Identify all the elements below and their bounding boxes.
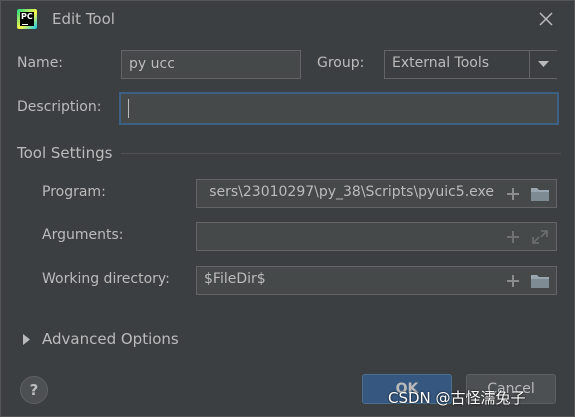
help-button[interactable]: ? — [20, 376, 48, 404]
window-title: Edit Tool — [52, 10, 115, 28]
text-caret — [128, 99, 129, 118]
arguments-label: Arguments: — [42, 227, 124, 243]
program-value: sers\23010297\py_38\Scripts\pyuic5.exe — [209, 184, 494, 200]
description-input[interactable] — [119, 92, 559, 125]
name-label: Name: — [17, 55, 64, 71]
chevron-right-icon[interactable] — [23, 334, 31, 345]
arguments-input[interactable] — [196, 222, 557, 251]
plus-icon[interactable] — [505, 273, 521, 289]
program-label: Program: — [42, 184, 106, 200]
close-icon[interactable] — [536, 9, 556, 29]
plus-icon[interactable] — [505, 186, 521, 202]
working-directory-label: Working directory: — [42, 271, 170, 287]
watermark-text: CSDN @古怪濡兔子 — [388, 389, 526, 407]
working-directory-input[interactable]: $FileDir$ — [196, 266, 557, 295]
working-directory-value: $FileDir$ — [204, 271, 266, 287]
section-divider — [121, 153, 561, 154]
pycharm-logo-icon: PC — [17, 9, 37, 29]
edit-tool-dialog: PC Edit Tool Name: py ucc Group: Externa… — [0, 0, 575, 417]
folder-icon[interactable] — [530, 273, 550, 289]
expand-icon[interactable] — [530, 229, 550, 245]
group-label: Group: — [317, 55, 365, 71]
name-input[interactable]: py ucc — [121, 50, 301, 79]
group-select-value: External Tools — [392, 55, 490, 71]
description-label: Description: — [17, 99, 102, 115]
title-bar: PC Edit Tool — [1, 1, 574, 37]
tool-settings-heading: Tool Settings — [17, 144, 113, 162]
advanced-options-toggle[interactable]: Advanced Options — [42, 330, 179, 348]
folder-icon[interactable] — [530, 186, 550, 202]
program-input[interactable]: sers\23010297\py_38\Scripts\pyuic5.exe — [196, 179, 557, 208]
plus-icon[interactable] — [505, 229, 521, 245]
chevron-down-icon[interactable] — [529, 51, 557, 78]
group-select[interactable]: External Tools — [384, 50, 557, 79]
